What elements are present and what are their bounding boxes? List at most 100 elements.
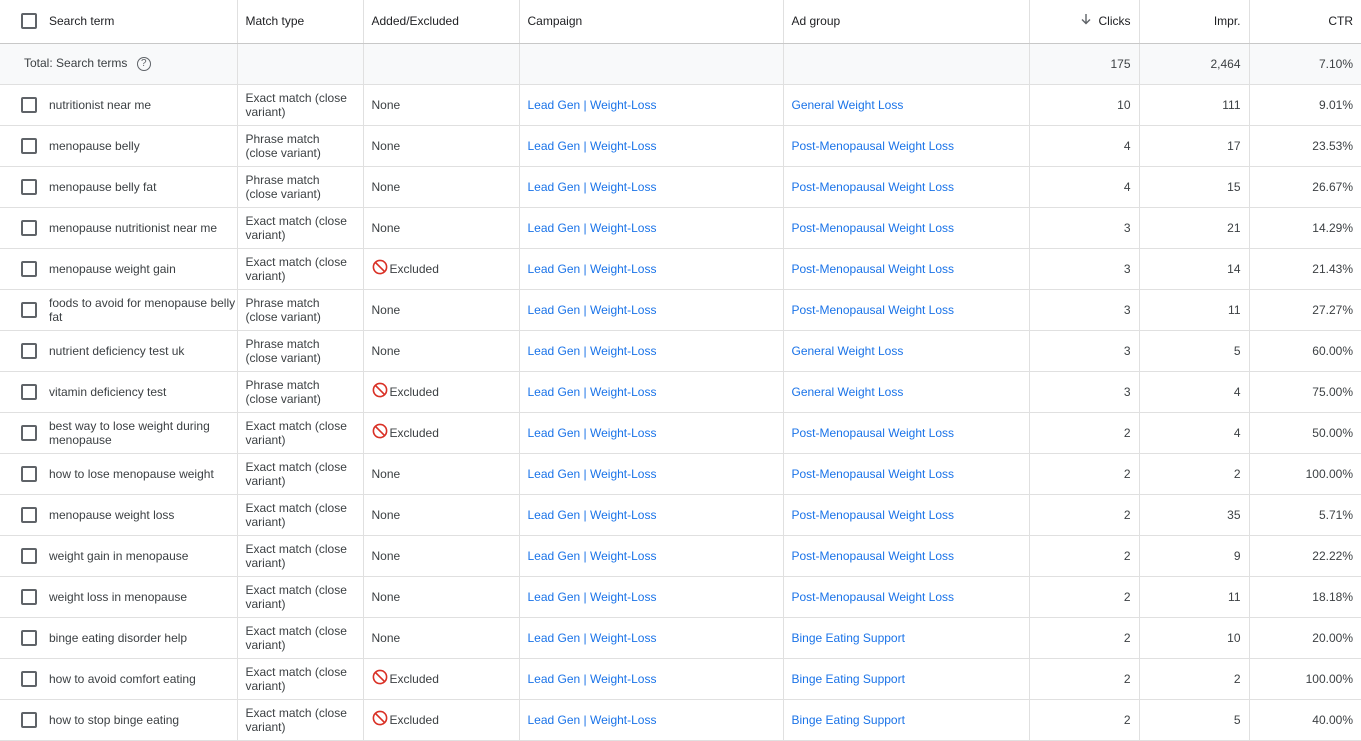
row-checkbox[interactable] <box>21 424 37 441</box>
ad-group-link[interactable]: Post-Menopausal Weight Loss <box>792 590 955 604</box>
campaign-link[interactable]: Lead Gen | Weight-Loss <box>528 262 657 276</box>
excluded-status: Excluded <box>372 710 439 729</box>
help-circle-icon[interactable]: ? <box>136 56 151 71</box>
row-checkbox[interactable] <box>21 219 37 236</box>
ad-group-link[interactable]: Post-Menopausal Weight Loss <box>792 303 955 317</box>
total-impr: 2,464 <box>1139 43 1250 85</box>
ctr-cell: 22.22% <box>1249 535 1361 577</box>
table-row: how to lose menopause weight Exact match… <box>0 453 1361 495</box>
header-impr[interactable]: Impr. <box>1139 0 1250 44</box>
row-checkbox[interactable] <box>21 383 37 400</box>
excluded-label: Excluded <box>389 712 439 727</box>
campaign-link[interactable]: Lead Gen | Weight-Loss <box>528 590 657 604</box>
ad-group-link[interactable]: Post-Menopausal Weight Loss <box>792 508 955 522</box>
search-term-text: vitamin deficiency test <box>49 384 167 399</box>
ad-group-link[interactable]: Post-Menopausal Weight Loss <box>792 262 955 276</box>
header-ad-group[interactable]: Ad group <box>783 0 1030 44</box>
excluded-label: Excluded <box>389 261 439 276</box>
ad-group-link[interactable]: Binge Eating Support <box>792 631 905 645</box>
search-term-cell: best way to lose weight during menopause <box>0 412 238 454</box>
campaign-cell: Lead Gen | Weight-Loss <box>519 84 784 126</box>
match-type-cell: Exact match (close variant) <box>237 576 364 618</box>
row-checkbox[interactable] <box>21 588 37 605</box>
header-clicks-label: Clicks <box>1098 14 1131 29</box>
prohibited-icon <box>372 669 390 688</box>
row-checkbox[interactable] <box>21 301 37 318</box>
ad-group-link[interactable]: General Weight Loss <box>792 344 904 358</box>
campaign-link[interactable]: Lead Gen | Weight-Loss <box>528 98 657 112</box>
ad-group-link[interactable]: General Weight Loss <box>792 98 904 112</box>
ad-group-link[interactable]: Post-Menopausal Weight Loss <box>792 426 955 440</box>
search-term-text: nutrient deficiency test uk <box>49 343 185 358</box>
campaign-link[interactable]: Lead Gen | Weight-Loss <box>528 426 657 440</box>
excluded-label: Excluded <box>389 425 439 440</box>
row-checkbox[interactable] <box>21 547 37 564</box>
campaign-link[interactable]: Lead Gen | Weight-Loss <box>528 672 657 686</box>
search-term-cell: nutritionist near me <box>0 84 238 126</box>
clicks-cell: 3 <box>1029 289 1140 331</box>
ad-group-cell: Post-Menopausal Weight Loss <box>783 166 1030 208</box>
ctr-cell: 26.67% <box>1249 166 1361 208</box>
row-checkbox[interactable] <box>21 670 37 687</box>
ctr-cell: 20.00% <box>1249 617 1361 659</box>
total-ctr: 7.10% <box>1249 43 1361 85</box>
prohibited-icon <box>372 710 390 729</box>
added-excluded-cell: None <box>363 494 520 536</box>
row-checkbox[interactable] <box>21 629 37 646</box>
row-checkbox[interactable] <box>21 506 37 523</box>
header-clicks[interactable]: Clicks <box>1029 0 1140 44</box>
ad-group-link[interactable]: Post-Menopausal Weight Loss <box>792 180 955 194</box>
table-row: weight gain in menopause Exact match (cl… <box>0 535 1361 577</box>
search-term-text: binge eating disorder help <box>49 630 188 645</box>
search-term-cell: nutrient deficiency test uk <box>0 330 238 372</box>
ad-group-cell: Binge Eating Support <box>783 699 1030 741</box>
campaign-cell: Lead Gen | Weight-Loss <box>519 166 784 208</box>
search-term-text: menopause belly <box>49 138 140 153</box>
search-term-cell: foods to avoid for menopause belly fat <box>0 289 238 331</box>
excluded-status: Excluded <box>372 423 439 442</box>
campaign-link[interactable]: Lead Gen | Weight-Loss <box>528 508 657 522</box>
row-checkbox[interactable] <box>21 137 37 154</box>
campaign-link[interactable]: Lead Gen | Weight-Loss <box>528 385 657 399</box>
campaign-link[interactable]: Lead Gen | Weight-Loss <box>528 344 657 358</box>
header-match-type[interactable]: Match type <box>237 0 364 44</box>
select-all-checkbox[interactable] <box>21 13 37 30</box>
ad-group-link[interactable]: Post-Menopausal Weight Loss <box>792 221 955 235</box>
row-checkbox[interactable] <box>21 465 37 482</box>
campaign-cell: Lead Gen | Weight-Loss <box>519 248 784 290</box>
campaign-link[interactable]: Lead Gen | Weight-Loss <box>528 631 657 645</box>
table-row: binge eating disorder help Exact match (… <box>0 617 1361 659</box>
row-checkbox[interactable] <box>21 96 37 113</box>
header-search-term-label: Search term <box>49 14 115 29</box>
campaign-cell: Lead Gen | Weight-Loss <box>519 453 784 495</box>
ad-group-link[interactable]: Binge Eating Support <box>792 672 905 686</box>
ad-group-link[interactable]: Binge Eating Support <box>792 713 905 727</box>
search-term-cell: menopause weight gain <box>0 248 238 290</box>
campaign-link[interactable]: Lead Gen | Weight-Loss <box>528 221 657 235</box>
ad-group-link[interactable]: Post-Menopausal Weight Loss <box>792 549 955 563</box>
campaign-link[interactable]: Lead Gen | Weight-Loss <box>528 467 657 481</box>
campaign-cell: Lead Gen | Weight-Loss <box>519 330 784 372</box>
row-checkbox[interactable] <box>21 178 37 195</box>
ad-group-link[interactable]: General Weight Loss <box>792 385 904 399</box>
campaign-link[interactable]: Lead Gen | Weight-Loss <box>528 303 657 317</box>
header-added-excluded[interactable]: Added/Excluded <box>363 0 520 44</box>
campaign-link[interactable]: Lead Gen | Weight-Loss <box>528 139 657 153</box>
campaign-link[interactable]: Lead Gen | Weight-Loss <box>528 549 657 563</box>
table-row: nutrient deficiency test uk Phrase match… <box>0 330 1361 372</box>
ad-group-link[interactable]: Post-Menopausal Weight Loss <box>792 139 955 153</box>
row-checkbox[interactable] <box>21 260 37 277</box>
total-empty-cell <box>237 43 364 85</box>
row-checkbox[interactable] <box>21 711 37 728</box>
header-ctr[interactable]: CTR <box>1249 0 1361 44</box>
table-row: menopause nutritionist near me Exact mat… <box>0 207 1361 249</box>
total-empty-cell <box>363 43 520 85</box>
ad-group-link[interactable]: Post-Menopausal Weight Loss <box>792 467 955 481</box>
header-campaign[interactable]: Campaign <box>519 0 784 44</box>
ad-group-cell: Post-Menopausal Weight Loss <box>783 412 1030 454</box>
campaign-link[interactable]: Lead Gen | Weight-Loss <box>528 713 657 727</box>
header-search-term[interactable]: Search term <box>0 0 238 44</box>
campaign-link[interactable]: Lead Gen | Weight-Loss <box>528 180 657 194</box>
table-row: weight loss in menopause Exact match (cl… <box>0 576 1361 618</box>
row-checkbox[interactable] <box>21 342 37 359</box>
